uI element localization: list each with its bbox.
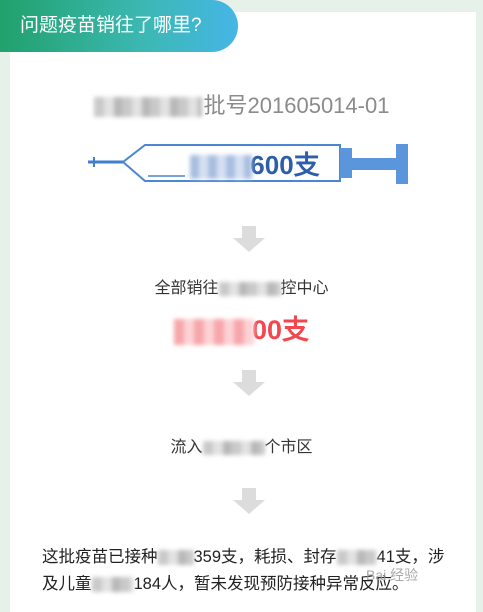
distribution-amount-text: 00支 — [251, 315, 310, 345]
distribution-target-prefix: 全部销往 — [154, 280, 219, 297]
down-arrow-icon — [233, 488, 265, 514]
summary-text: 359支，耗损、封存 — [193, 548, 337, 566]
distribution-flow: 流入 个市区 — [0, 433, 483, 457]
redacted-text — [218, 281, 281, 296]
distribution-target-suffix: 控中心 — [280, 280, 329, 297]
redacted-number — [190, 155, 253, 180]
distribution-target: 全部销往 控中心 — [0, 274, 483, 298]
distribution-flow-prefix: 流入 — [170, 439, 203, 456]
summary-text: 及儿童 — [42, 575, 92, 593]
down-arrow-icon — [233, 370, 265, 396]
syringe-plunger-cap — [396, 144, 408, 184]
syringe-illustration — [88, 144, 408, 184]
summary-text: 41支，涉 — [376, 548, 445, 566]
distribution-flow-suffix: 个市区 — [264, 439, 313, 456]
down-arrow-icon — [233, 226, 265, 252]
watermark-logo: Bai 经验 — [366, 567, 419, 583]
dose-amount-text: 600支 — [250, 150, 320, 180]
redacted-text — [202, 440, 265, 455]
redacted-number — [173, 318, 254, 345]
dose-amount: 600支 — [155, 145, 355, 182]
redacted-number — [91, 577, 134, 593]
summary-text: 这批疫苗已接种 — [42, 548, 158, 566]
distribution-amount: 00支 — [0, 308, 483, 347]
syringe-plunger-rod — [352, 158, 396, 170]
redacted-number — [336, 550, 377, 566]
redacted-number — [157, 550, 194, 566]
